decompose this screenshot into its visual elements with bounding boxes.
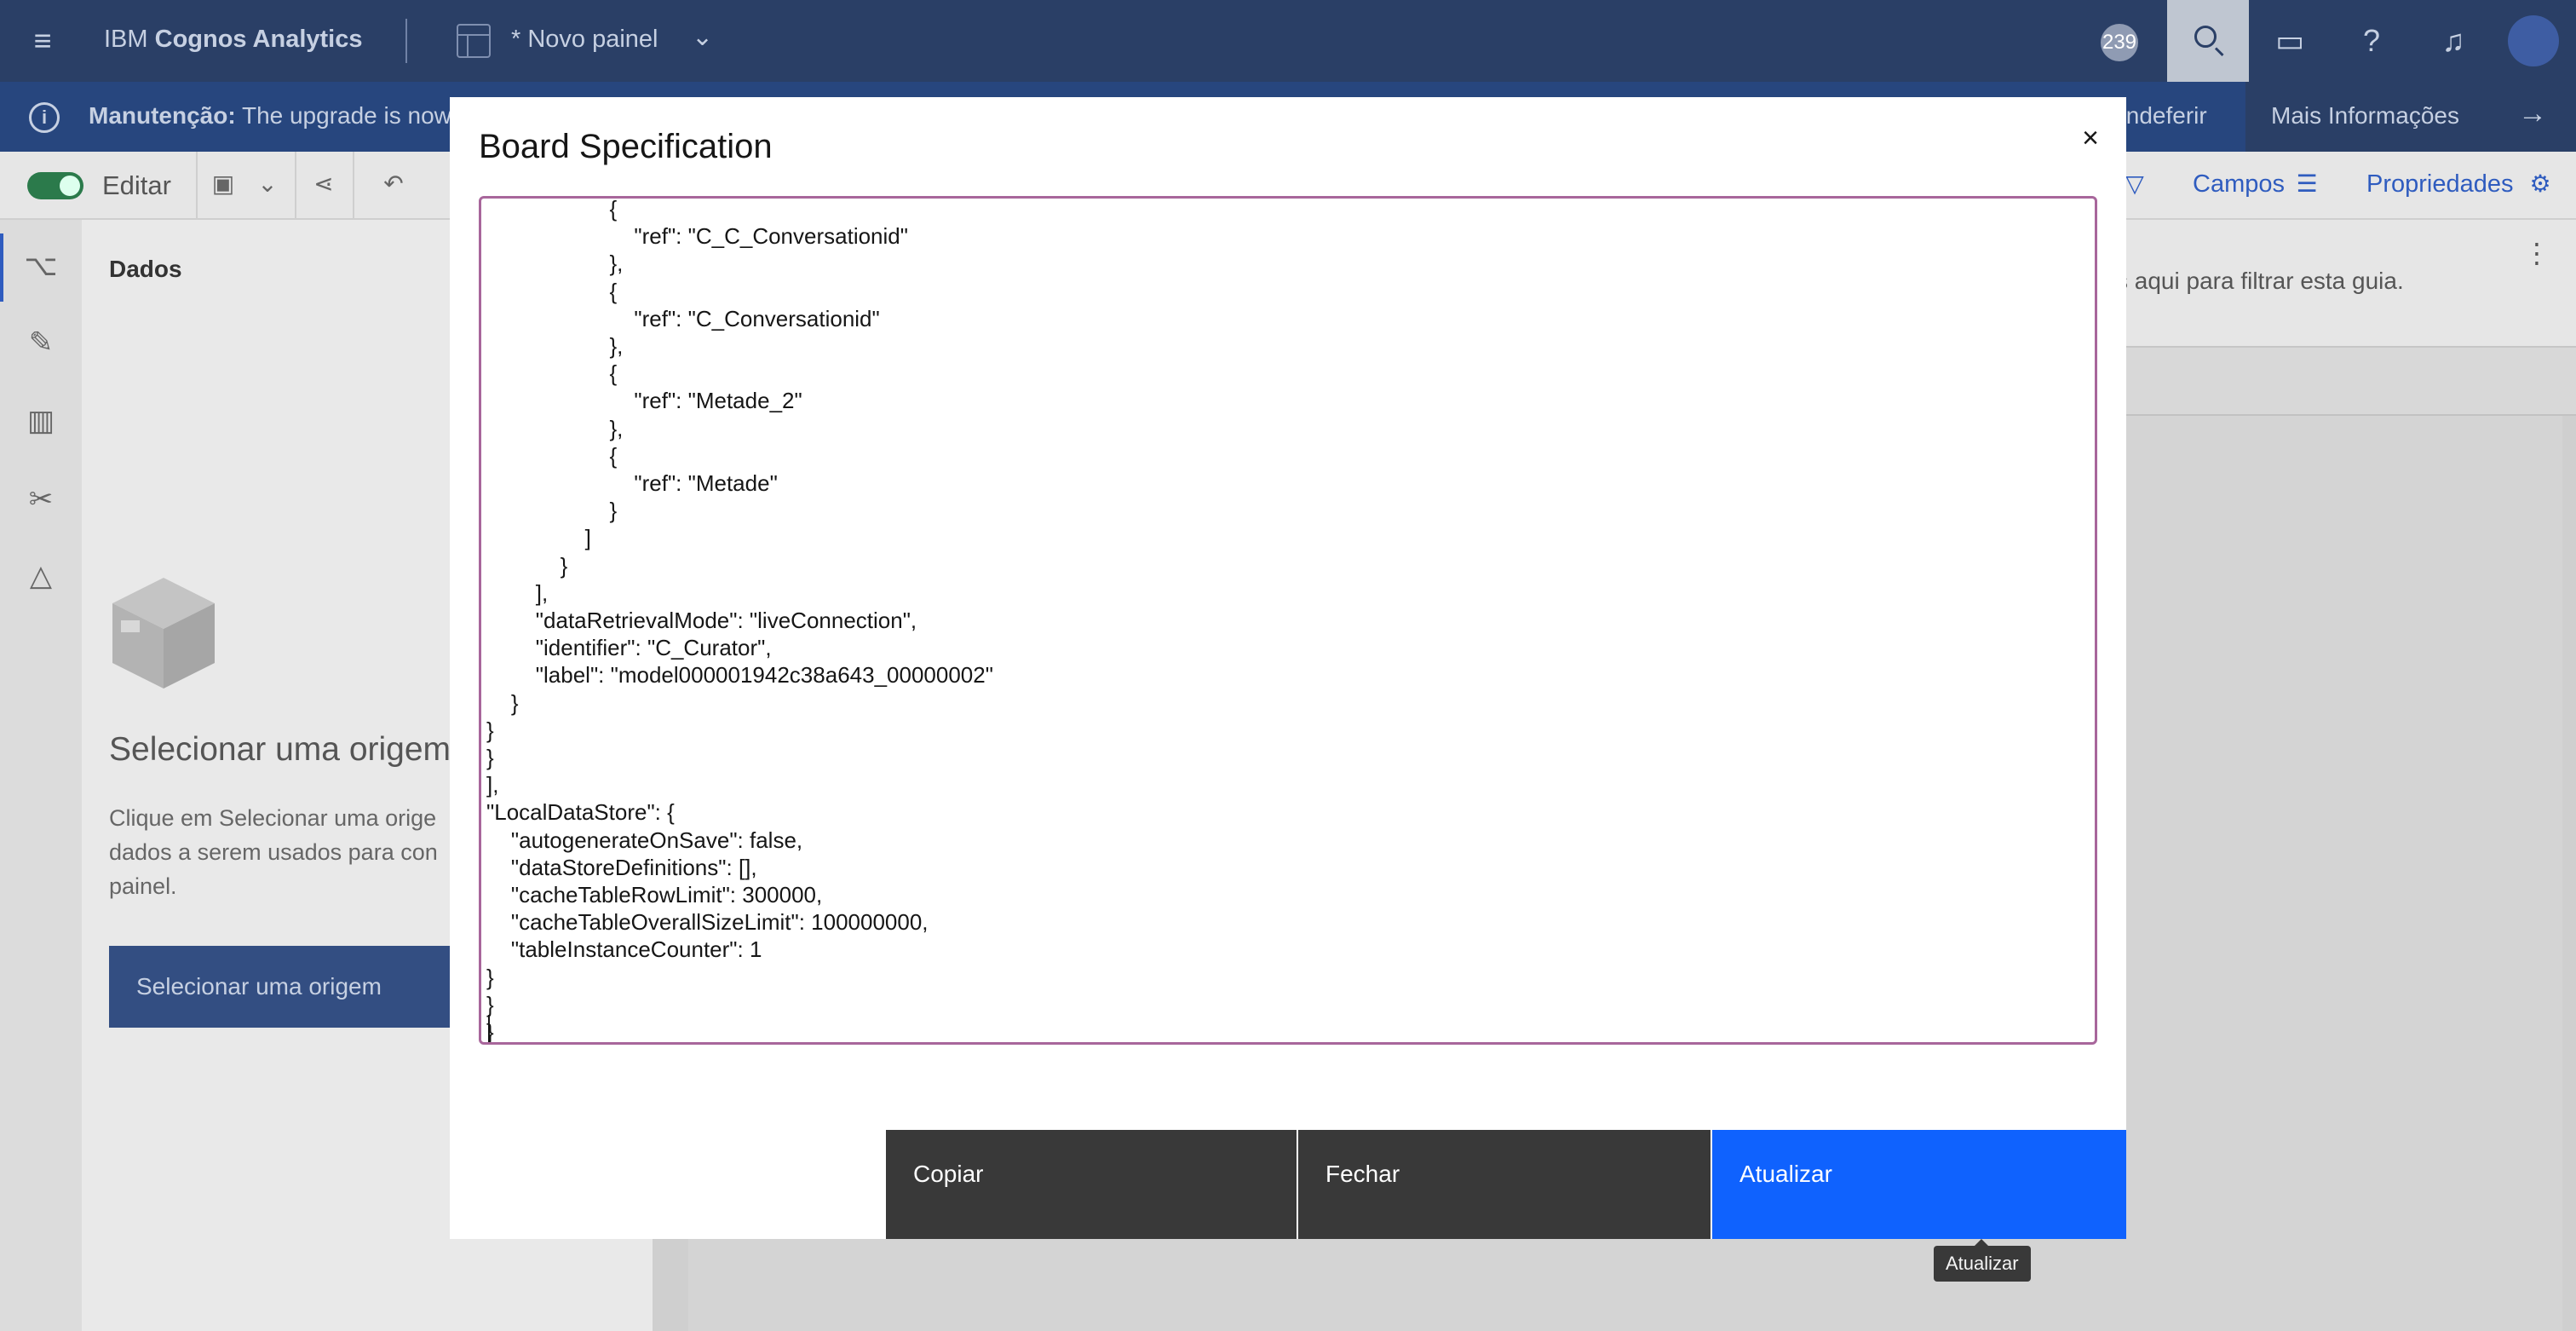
data-tree-icon[interactable]: ⌥ <box>22 247 60 285</box>
close-button[interactable]: Fechar <box>1298 1130 1711 1239</box>
empty-state-description: Clique em Selecionar uma orige dados a s… <box>109 805 438 899</box>
empty-state-heading: Selecionar uma origem <box>109 731 451 768</box>
update-tooltip: Atualizar <box>1934 1239 2031 1282</box>
update-button[interactable]: Atualizar <box>1712 1130 2126 1239</box>
specification-editor[interactable]: { "ref": "C_C_Conversationid" }, { "ref"… <box>479 196 2097 1045</box>
more-info-label[interactable]: Mais Informações <box>2271 102 2459 130</box>
banner-text: The upgrade is now <box>235 102 451 129</box>
left-rail: ⌥ ✎ ▥ ✂ △ <box>0 220 82 1331</box>
shapes-icon[interactable]: △ <box>22 557 60 595</box>
fields-icon[interactable]: ☰ <box>2290 167 2324 201</box>
help-icon[interactable]: ? <box>2346 15 2397 66</box>
edit-label: Editar <box>102 170 171 200</box>
brand-prefix: IBM <box>104 26 155 53</box>
properties-icon[interactable]: ⚙ <box>2523 167 2557 201</box>
divider <box>405 19 407 63</box>
search-icon <box>2194 26 2217 48</box>
panel-title: Dados <box>109 256 182 282</box>
chat-icon[interactable]: ▭ <box>2264 15 2315 66</box>
bell-icon[interactable]: ♫ <box>2428 15 2479 66</box>
dismiss-button[interactable]: Indeferir <box>2119 102 2207 130</box>
chevron-down-icon[interactable]: ⌄ <box>692 22 713 52</box>
divider <box>196 152 198 220</box>
user-avatar-icon[interactable] <box>2508 15 2559 66</box>
divider <box>295 152 296 220</box>
fields-button[interactable]: Campos <box>2193 170 2285 199</box>
text-cursor <box>488 1015 490 1042</box>
search-button[interactable] <box>2167 0 2249 82</box>
dashboard-icon <box>457 24 491 58</box>
notification-count-badge[interactable]: 239 <box>2101 24 2138 61</box>
properties-button[interactable]: Propriedades <box>2366 170 2514 199</box>
bar-chart-icon[interactable]: ▥ <box>22 402 60 440</box>
undo-icon[interactable]: ↶ <box>377 167 411 201</box>
chevron-down-icon[interactable]: ⌄ <box>250 167 285 201</box>
hamburger-menu-icon[interactable]: ≡ <box>26 24 60 58</box>
brand-name: Cognos Analytics <box>154 26 363 53</box>
active-indicator <box>0 233 3 302</box>
overflow-menu-icon[interactable]: ⋮ <box>2523 237 2550 269</box>
info-icon: i <box>29 102 60 133</box>
edit-toggle[interactable] <box>27 172 83 199</box>
banner-message: Manutenção: The upgrade is now <box>89 102 451 130</box>
banner-label: Manutenção: <box>89 102 236 129</box>
board-specification-dialog: Board Specification × { "ref": "C_C_Conv… <box>450 97 2126 1239</box>
app-brand: IBM Cognos Analytics <box>104 26 362 54</box>
filter-hint: s aqui para filtrar esta guia. <box>2116 268 2404 294</box>
tools-icon[interactable]: ✂ <box>22 481 60 518</box>
save-icon[interactable]: ▣ <box>206 167 240 201</box>
specification-code[interactable]: { "ref": "C_C_Conversationid" }, { "ref"… <box>486 199 993 1042</box>
close-icon[interactable]: × <box>2070 118 2111 158</box>
divider <box>353 152 354 220</box>
share-icon[interactable]: ⋖ <box>307 167 341 201</box>
pin-icon[interactable]: ✎ <box>22 324 60 361</box>
copy-button[interactable]: Copiar <box>886 1130 1297 1239</box>
dialog-title: Board Specification <box>479 128 773 165</box>
top-bar: ≡ IBM Cognos Analytics * Novo painel ⌄ 2… <box>0 0 2576 82</box>
cube-icon <box>112 578 215 689</box>
arrow-right-icon[interactable]: → <box>2518 97 2547 130</box>
board-name[interactable]: * Novo painel <box>511 26 658 54</box>
